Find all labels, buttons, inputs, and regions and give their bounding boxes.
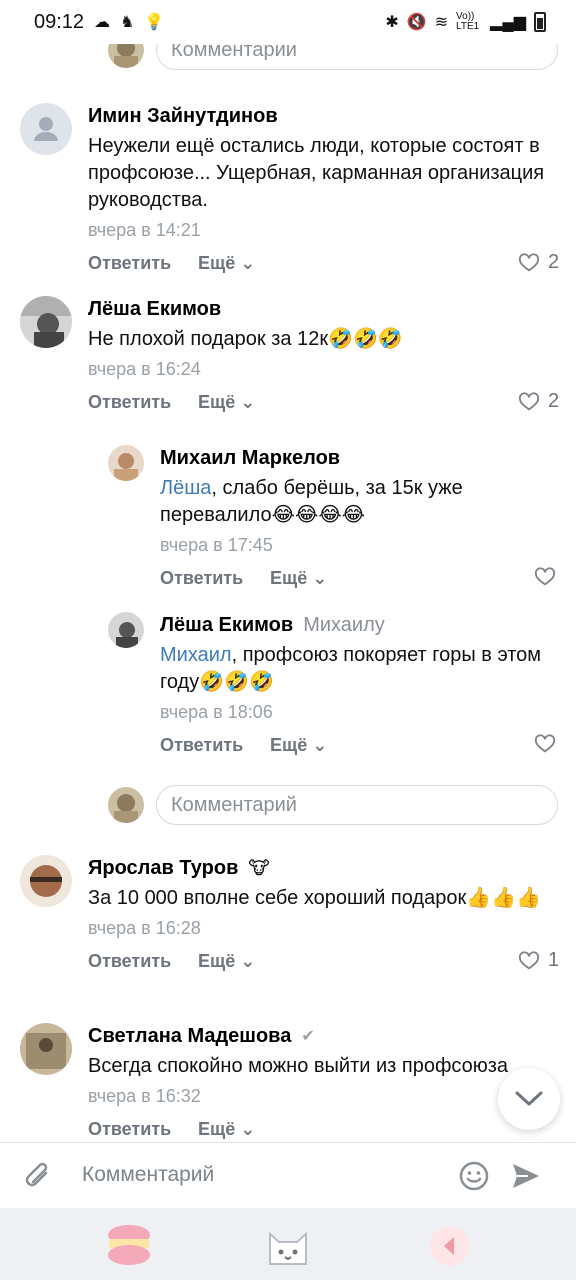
comment-author[interactable]: Имин Зайнутдинов bbox=[88, 103, 560, 129]
status-bar: 09:12 ☁ ♞ 💡 ✱ 🔇 ≋ Vo)) LTE1 ▂▄▆ bbox=[0, 0, 576, 44]
comment-time: вчера в 17:45 bbox=[160, 535, 273, 555]
comment-item: Ярослав Туров 🐮 За 10 000 вполне себе хор… bbox=[20, 855, 560, 981]
more-button[interactable]: Ещё ⌄ bbox=[198, 253, 255, 274]
verified-check-icon: ✔ bbox=[301, 1028, 315, 1045]
comment-time: вчера в 16:24 bbox=[88, 359, 201, 379]
heart-icon bbox=[518, 950, 540, 969]
comments-feed: Комментарии Имин Зайнутдинов Неужели ещё… bbox=[0, 0, 576, 1140]
scroll-down-button[interactable] bbox=[498, 1068, 560, 1130]
like-count: 1 bbox=[548, 949, 560, 971]
mention-link[interactable]: Лёша bbox=[160, 477, 211, 499]
chevron-down-icon: ⌄ bbox=[312, 568, 328, 588]
comment-author[interactable]: Светлана Мадешова ✔ bbox=[88, 1023, 560, 1049]
chevron-down-icon: ⌄ bbox=[240, 253, 256, 273]
more-button[interactable]: Ещё ⌄ bbox=[270, 735, 327, 756]
comment-author[interactable]: Лёша Екимов Михаилу bbox=[160, 612, 560, 638]
reply-comment-item: Лёша Екимов Михаилу Михаил, профсоюз поко… bbox=[108, 612, 560, 765]
comment-item: Светлана Мадешова ✔ Всегда спокойно можно… bbox=[20, 1023, 560, 1140]
chevron-down-icon: ⌄ bbox=[240, 392, 256, 412]
comment-text: За 10 000 вполне себе хороший подарок👍👍👍 bbox=[88, 887, 541, 909]
comment-composer: Комментарий bbox=[0, 1142, 576, 1208]
mention-link[interactable]: Михаил bbox=[160, 644, 232, 666]
weather-icon: ☁ bbox=[94, 14, 111, 31]
avatar[interactable] bbox=[108, 612, 144, 648]
send-icon[interactable] bbox=[510, 1160, 542, 1192]
reply-button[interactable]: Ответить bbox=[160, 735, 243, 756]
chevron-down-icon bbox=[515, 1091, 543, 1106]
comment-text: Всегда спокойно можно выйти из профсоюза bbox=[88, 1055, 509, 1077]
reply-button[interactable]: Ответить bbox=[88, 253, 171, 274]
reply-button[interactable]: Ответить bbox=[88, 392, 171, 413]
like-count: 2 bbox=[548, 251, 560, 273]
mute-icon: 🔇 bbox=[406, 14, 427, 31]
reply-comment-item: Михаил Маркелов Лёша, слабо берёшь, за 1… bbox=[108, 445, 560, 598]
macaron-icon[interactable] bbox=[106, 1224, 152, 1266]
chevron-down-icon: ⌄ bbox=[312, 735, 328, 755]
chevron-down-icon: ⌄ bbox=[240, 951, 256, 971]
comment-time: вчера в 16:32 bbox=[88, 1086, 201, 1106]
reply-to-label: Михаилу bbox=[303, 613, 385, 636]
cat-icon[interactable] bbox=[264, 1224, 312, 1266]
comment-item: Лёша Екимов Не плохой подарок за 12к🤣🤣🤣 … bbox=[20, 296, 560, 422]
battery-icon bbox=[534, 12, 546, 32]
network-label: Vo)) LTE1 bbox=[456, 11, 480, 32]
thread-reply-box: Комментарий bbox=[108, 785, 558, 825]
comment-time: вчера в 18:06 bbox=[160, 702, 273, 722]
comment-text: Лёша, слабо берёшь, за 15к уже перевалил… bbox=[160, 477, 463, 526]
system-nav-bar bbox=[0, 1208, 576, 1280]
like-count: 2 bbox=[548, 390, 560, 412]
comment-text: Михаил, профсоюз покоряет горы в этом го… bbox=[160, 644, 542, 693]
avatar bbox=[108, 787, 144, 823]
heart-icon bbox=[534, 734, 556, 753]
avatar[interactable] bbox=[20, 855, 72, 907]
emoji-icon[interactable] bbox=[458, 1160, 490, 1192]
signal-icon: ▂▄▆ bbox=[490, 14, 526, 31]
comment-time: вчера в 14:21 bbox=[88, 220, 201, 240]
chevron-down-icon: ⌄ bbox=[240, 1119, 256, 1139]
back-icon[interactable] bbox=[428, 1224, 472, 1268]
comment-text: Неужели ещё остались люди, которые состо… bbox=[88, 135, 545, 211]
like-button[interactable] bbox=[534, 566, 556, 588]
more-button[interactable]: Ещё ⌄ bbox=[198, 392, 255, 413]
like-button[interactable]: 2 bbox=[518, 251, 559, 274]
comment-time: вчера в 16:28 bbox=[88, 918, 201, 938]
avatar[interactable] bbox=[108, 445, 144, 481]
reply-button[interactable]: Ответить bbox=[88, 951, 171, 972]
bulb-icon: 💡 bbox=[144, 14, 165, 31]
comment-author[interactable]: Лёша Екимов bbox=[88, 296, 560, 322]
heart-icon bbox=[518, 252, 540, 271]
comment-text: Не плохой подарок за 12к🤣🤣🤣 bbox=[88, 328, 403, 350]
avatar[interactable] bbox=[20, 296, 72, 348]
like-button[interactable]: 2 bbox=[518, 390, 559, 413]
comment-input[interactable]: Комментарий bbox=[82, 1163, 214, 1187]
heart-icon bbox=[534, 567, 556, 586]
reply-button[interactable]: Ответить bbox=[88, 1119, 171, 1140]
more-button[interactable]: Ещё ⌄ bbox=[198, 951, 255, 972]
wifi-icon: ≋ bbox=[434, 14, 449, 31]
badge-icon: 🐮 bbox=[248, 857, 270, 878]
status-time: 09:12 bbox=[34, 10, 85, 33]
more-button[interactable]: Ещё ⌄ bbox=[198, 1119, 255, 1140]
like-button[interactable]: 1 bbox=[518, 949, 559, 972]
thread-reply-input[interactable]: Комментарий bbox=[156, 785, 558, 825]
paperclip-icon[interactable] bbox=[22, 1159, 54, 1193]
comment-author[interactable]: Ярослав Туров 🐮 bbox=[88, 855, 560, 881]
app-icon: ♞ bbox=[120, 14, 135, 31]
heart-icon bbox=[518, 391, 540, 410]
avatar-placeholder[interactable] bbox=[20, 103, 72, 155]
reply-button[interactable]: Ответить bbox=[160, 568, 243, 589]
more-button[interactable]: Ещё ⌄ bbox=[270, 568, 327, 589]
comment-author[interactable]: Михаил Маркелов bbox=[160, 445, 560, 471]
comment-item: Имин Зайнутдинов Неужели ещё остались лю… bbox=[20, 103, 560, 283]
avatar[interactable] bbox=[20, 1023, 72, 1075]
bluetooth-icon: ✱ bbox=[385, 14, 399, 31]
like-button[interactable] bbox=[534, 733, 556, 755]
